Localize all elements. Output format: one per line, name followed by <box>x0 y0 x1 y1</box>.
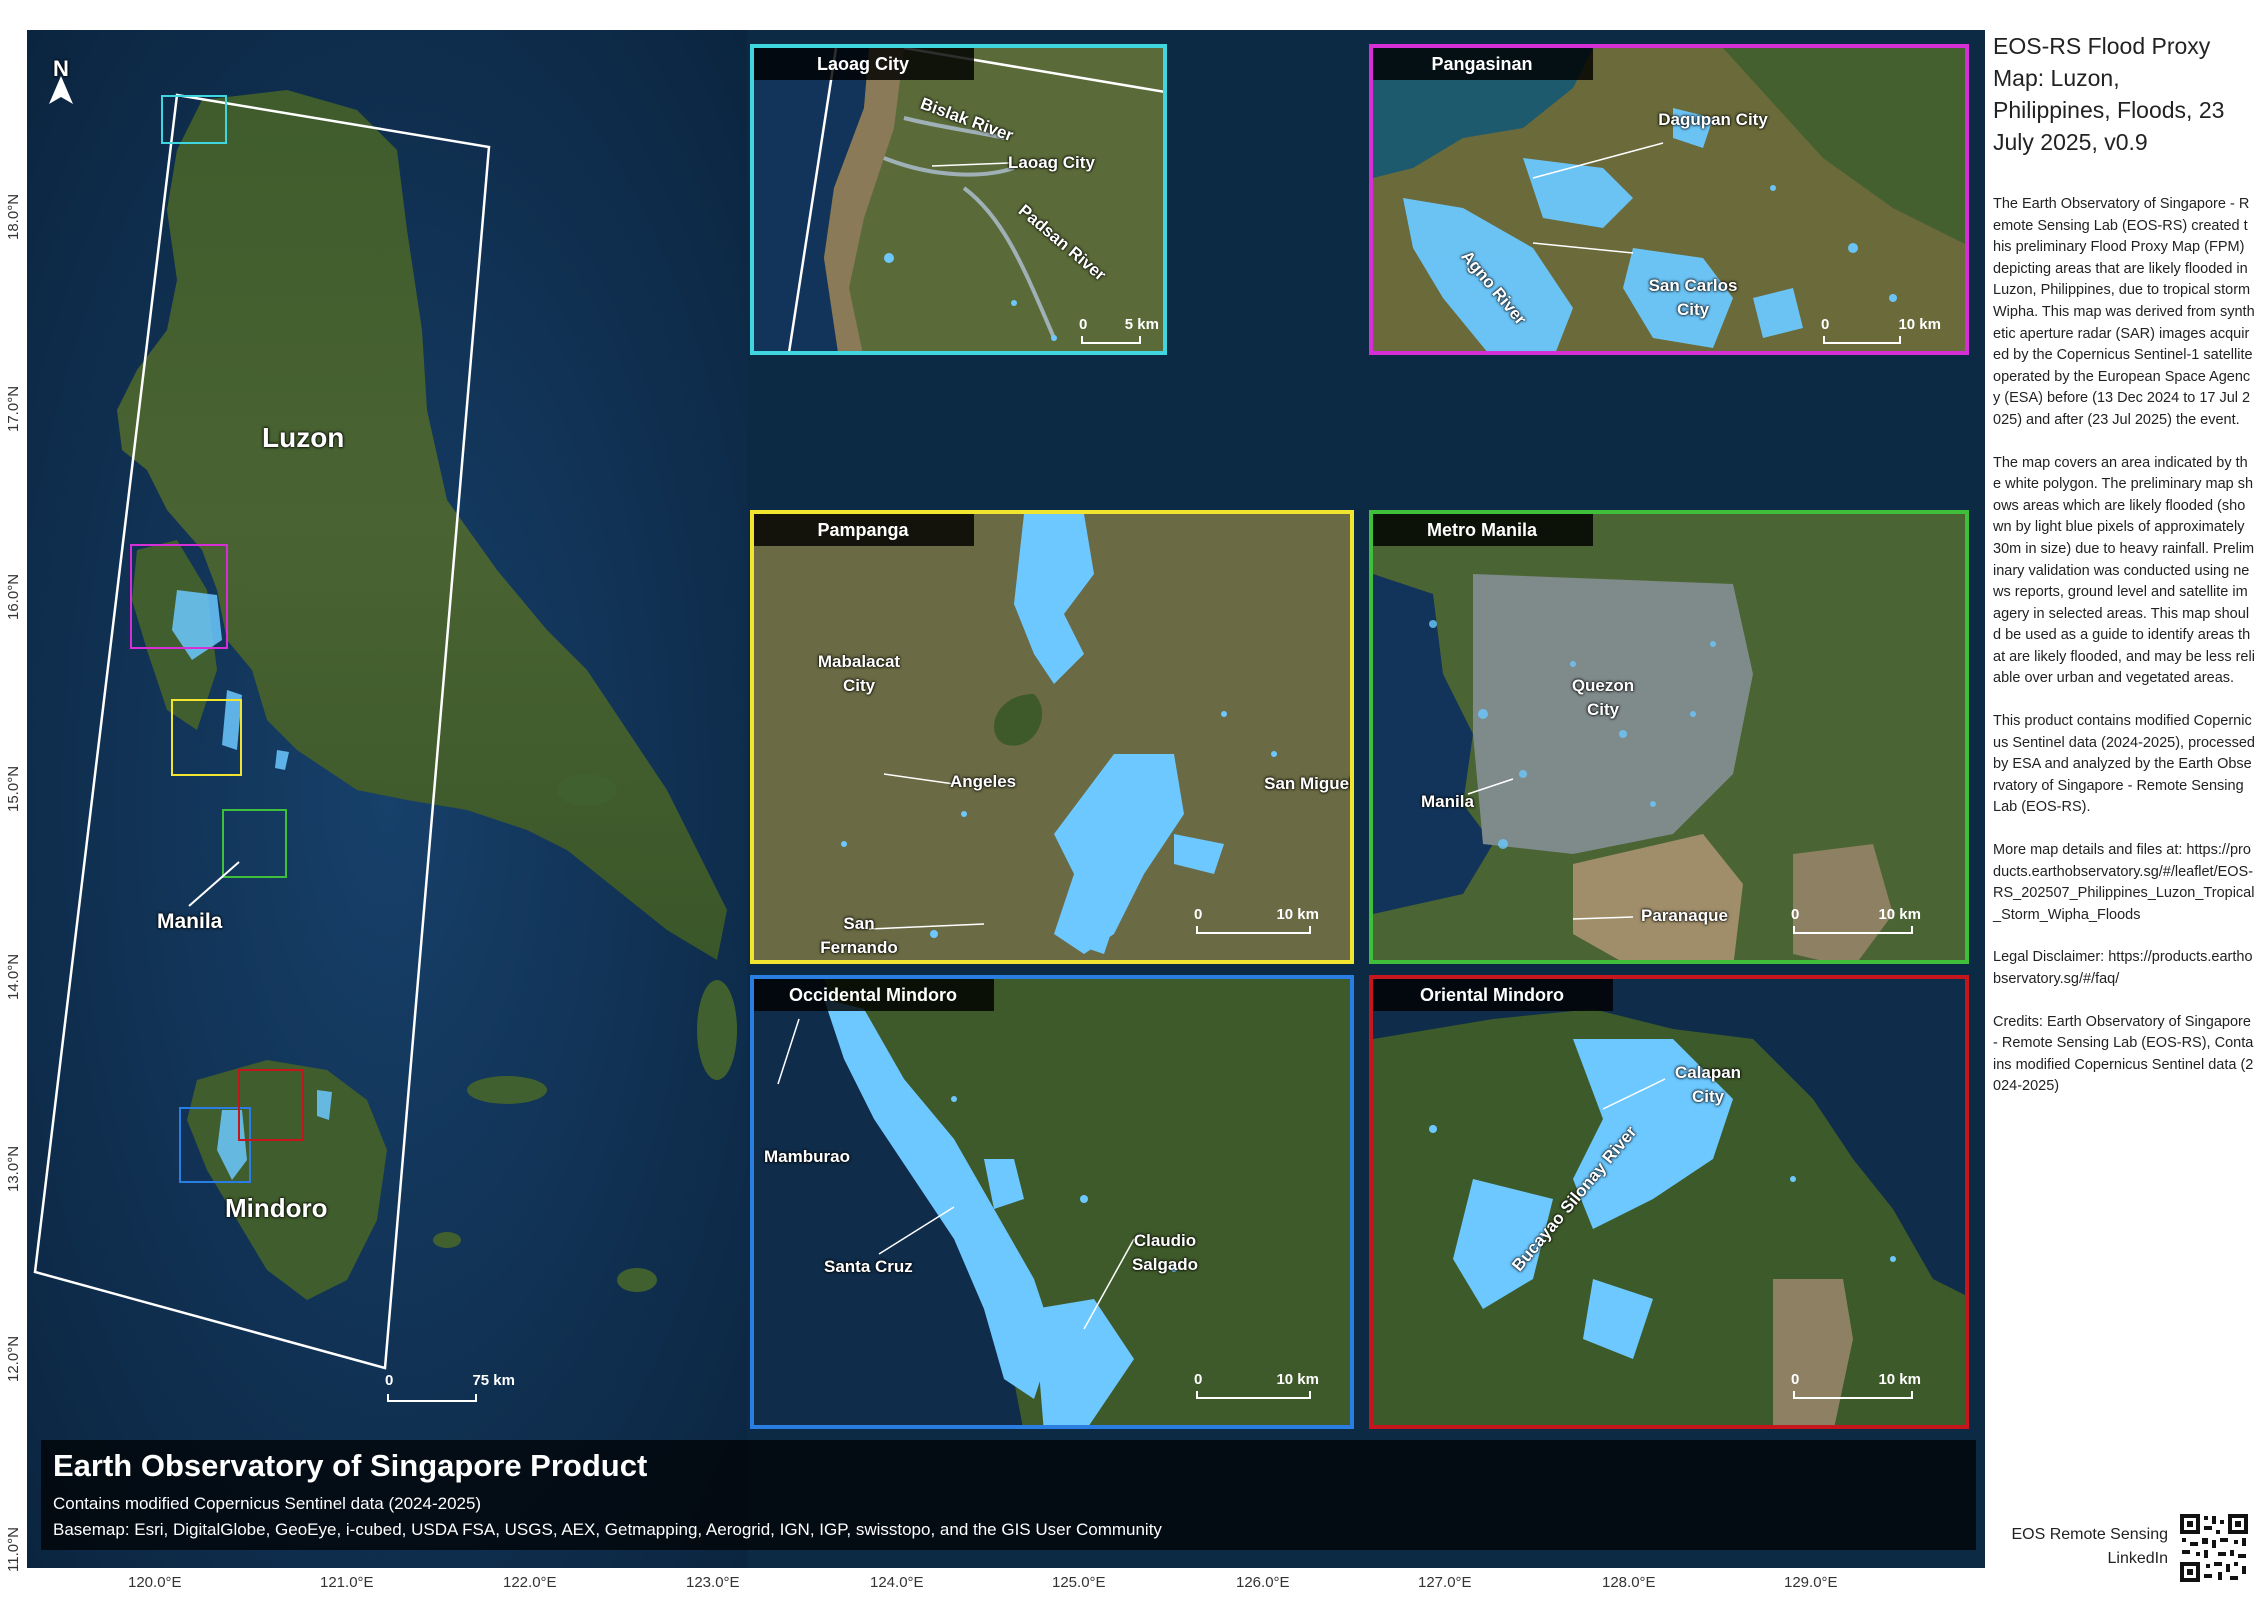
label-paranaque: Paranaque <box>1641 906 1728 925</box>
inset-title: Occidental Mindoro <box>754 979 994 1011</box>
label-mabalacat-city: Mabalacat City <box>817 652 901 695</box>
inset-scalebar: 0 10 km <box>1821 316 1941 346</box>
label-quezon-city: Quezon City <box>1571 676 1635 719</box>
label-mindoro: Mindoro <box>225 1193 328 1223</box>
inset-occidental-mindoro[interactable]: Occidental Mindoro Mamburao Santa Cruz C… <box>750 975 1354 1429</box>
lon-tick: 129.0°E <box>1784 1574 1838 1591</box>
label-manila: Manila <box>157 910 223 933</box>
label-laoag-city: Laoag City <box>1008 153 1095 172</box>
label-santa-cruz: Santa Cruz <box>824 1257 913 1276</box>
scale-end: 5 km <box>1124 316 1159 333</box>
luzon-overview-map[interactable] <box>27 30 747 1568</box>
label-san-miguel: San Miguel <box>1264 774 1354 793</box>
lat-tick: 16.0°N <box>5 573 22 620</box>
lat-tick: 11.0°N <box>5 1527 22 1572</box>
inset-laoag-city[interactable]: Laoag City Bislak River Laoag City Padsa… <box>750 44 1167 355</box>
label-luzon: Luzon <box>262 422 345 453</box>
label-mamburao: Mamburao <box>764 1147 850 1166</box>
inset-scalebar: 0 5 km <box>1079 316 1159 346</box>
label-san-fernando: San Fernando <box>820 914 898 957</box>
main-scalebar: 0 75 km <box>385 1372 515 1412</box>
scale-start: 0 <box>1194 1371 1203 1388</box>
description-paragraph: The map covers an area indicated by the … <box>1993 454 2255 687</box>
lon-tick: 128.0°E <box>1602 1574 1656 1591</box>
footer-line2: Basemap: Esri, DigitalGlobe, GeoEye, i-c… <box>53 1520 1162 1539</box>
inset-title: Metro Manila <box>1373 514 1593 546</box>
inset-metro-manila[interactable]: Metro Manila Quezon City Manila Paranaqu… <box>1369 510 1969 964</box>
inset-title: Pampanga <box>754 514 974 546</box>
label-manila: Manila <box>1421 792 1474 811</box>
qr-caption: EOS Remote Sensing LinkedIn <box>2011 1526 2168 1567</box>
scale-start: 0 <box>1821 316 1830 333</box>
main-scale-end: 75 km <box>472 1372 515 1389</box>
credits-paragraph: Credits: Earth Observatory of Singapore … <box>1993 1013 2254 1095</box>
lon-tick: 123.0°E <box>686 1574 740 1591</box>
lon-tick: 127.0°E <box>1418 1574 1472 1591</box>
lat-tick: 17.0°N <box>5 385 22 432</box>
label-calapan-city: Calapan City <box>1674 1063 1742 1106</box>
label-san-carlos-city: San Carlos City <box>1648 276 1738 319</box>
inset-scalebar: 0 10 km <box>1194 1371 1319 1401</box>
map-frame: N Luzon Manila Mindoro 0 75 km Laoag Cit… <box>27 30 1985 1568</box>
description-paragraph: This product contains modified Copernicu… <box>1993 713 2255 816</box>
scale-end: 10 km <box>1276 906 1319 923</box>
inset-oriental-mindoro[interactable]: Oriental Mindoro Calapan City Bucayao Si… <box>1369 975 1969 1429</box>
lat-tick: 13.0°N <box>5 1145 22 1192</box>
scale-start: 0 <box>1791 906 1800 923</box>
disclaimer-link-paragraph[interactable]: Legal Disclaimer: https://products.earth… <box>1993 947 2255 990</box>
label-dagupan-city: Dagupan City <box>1658 110 1768 129</box>
lon-tick: 121.0°E <box>320 1574 374 1591</box>
info-sidebar: EOS-RS Flood Proxy Map: Luzon, Philippin… <box>1993 30 2255 1570</box>
scale-start: 0 <box>1791 1371 1800 1388</box>
lon-tick: 126.0°E <box>1236 1574 1290 1591</box>
footer-panel: Earth Observatory of Singapore Product C… <box>41 1440 1976 1550</box>
scale-start: 0 <box>1194 906 1203 923</box>
inset-scalebar: 0 10 km <box>1791 906 1921 936</box>
lat-tick: 14.0°N <box>5 953 22 1000</box>
scale-start: 0 <box>1079 316 1088 333</box>
label-claudio-salgado: Claudio Salgado <box>1131 1231 1199 1274</box>
map-title: EOS-RS Flood Proxy Map: Luzon, Philippin… <box>1993 33 2225 155</box>
lon-tick: 120.0°E <box>128 1574 182 1591</box>
lat-tick: 12.0°N <box>5 1335 22 1382</box>
label-angeles: Angeles <box>950 772 1017 791</box>
inset-title: Oriental Mindoro <box>1373 979 1613 1011</box>
scale-end: 10 km <box>1276 1371 1319 1388</box>
footer-title: Earth Observatory of Singapore Product <box>53 1448 648 1483</box>
lon-tick: 124.0°E <box>870 1574 924 1591</box>
details-link-paragraph[interactable]: More map details and files at: https://p… <box>1993 840 2255 926</box>
main-scale-start: 0 <box>385 1372 394 1389</box>
lon-tick: 125.0°E <box>1052 1574 1106 1591</box>
lat-tick: 15.0°N <box>5 765 22 812</box>
scale-end: 10 km <box>1898 316 1941 333</box>
inset-title: Laoag City <box>754 48 974 80</box>
lat-tick: 18.0°N <box>5 193 22 240</box>
inset-pangasinan[interactable]: Pangasinan Dagupan City San Carlos City … <box>1369 44 1969 355</box>
description-paragraph: The Earth Observatory of Singapore - Rem… <box>1993 196 2255 428</box>
inset-title: Pangasinan <box>1373 48 1593 80</box>
qr-code-icon[interactable] <box>2178 1512 2250 1584</box>
inset-scalebar: 0 10 km <box>1791 1371 1921 1401</box>
footer-line1: Contains modified Copernicus Sentinel da… <box>53 1494 482 1513</box>
scale-end: 10 km <box>1878 906 1921 923</box>
lon-tick: 122.0°E <box>503 1574 557 1591</box>
scale-end: 10 km <box>1878 1371 1921 1388</box>
inset-scalebar: 0 10 km <box>1194 906 1319 936</box>
inset-pampanga[interactable]: Pampanga Mabalacat City Angeles San Migu… <box>750 510 1354 964</box>
north-label: N <box>53 56 69 81</box>
